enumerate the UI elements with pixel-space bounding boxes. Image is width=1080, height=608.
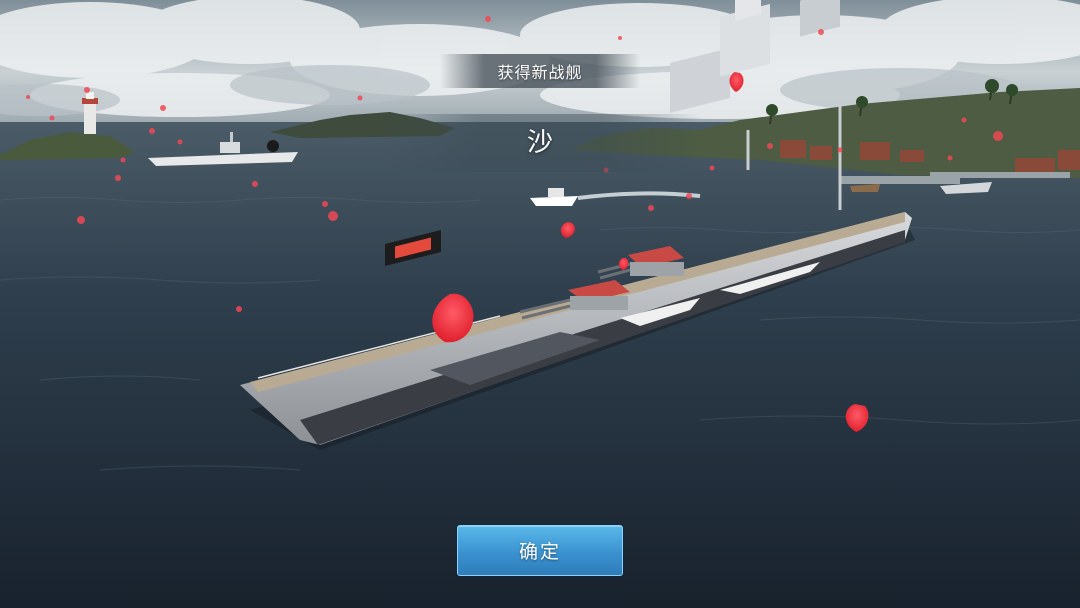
title-banner: 获得新战舰 (440, 54, 640, 88)
ship-name: 沙 (526, 128, 553, 158)
reward-scene: 获得新战舰 沙 确定 (0, 0, 1080, 608)
ocean-harbor-background (0, 0, 1080, 608)
dialog-title: 获得新战舰 (497, 63, 583, 82)
confirm-button[interactable]: 确定 (457, 525, 623, 576)
confirm-button-label: 确定 (518, 541, 561, 563)
